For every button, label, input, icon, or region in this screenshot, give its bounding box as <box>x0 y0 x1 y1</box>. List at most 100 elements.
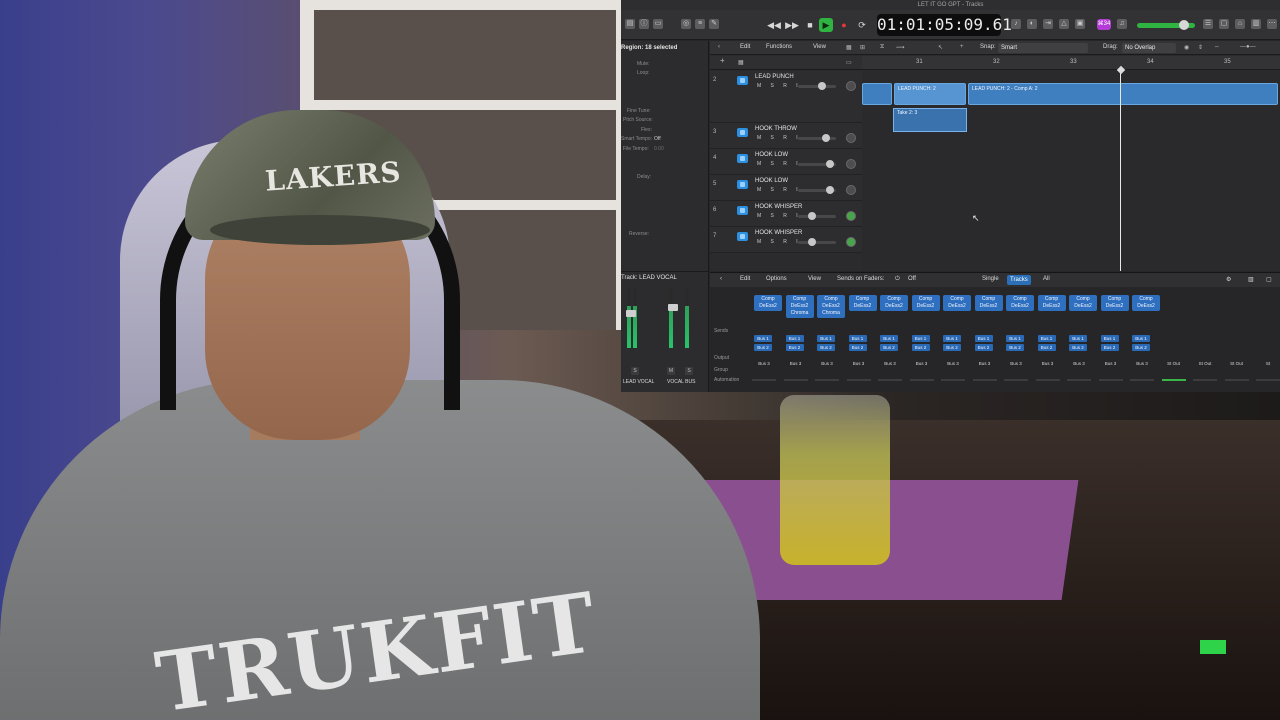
add-track-icon[interactable]: + <box>720 56 725 65</box>
plugin-slot-1[interactable]: Comp <box>1038 296 1066 303</box>
inspector-track-label[interactable]: Track: LEAD VOCAL <box>621 271 709 283</box>
track-folder-icon[interactable]: ▦ <box>738 59 744 66</box>
automation-slot[interactable] <box>1193 379 1217 381</box>
output-slot[interactable]: Bus 3 <box>847 361 871 366</box>
plugin-slot-1[interactable]: Comp <box>1132 296 1160 303</box>
send-slot[interactable]: Bus 2 <box>1132 344 1150 351</box>
plugin-slot[interactable]: Comp DeEss2 <box>911 295 940 311</box>
track-mute-solo-record-input[interactable]: M S R I <box>757 239 802 245</box>
plugin-slot-3[interactable]: Chroma <box>786 310 814 317</box>
track-name[interactable]: HOOK WHISPER <box>755 204 802 210</box>
functions-menu[interactable]: Functions <box>766 44 792 50</box>
plugin-slot-2[interactable]: DeEss2 <box>1038 303 1066 310</box>
automation-slot[interactable] <box>1224 379 1249 381</box>
output-slot[interactable]: Bus 3 <box>815 361 839 366</box>
send-slot[interactable]: Bus 1 <box>1100 335 1119 342</box>
track-volume-knob[interactable] <box>808 238 816 246</box>
send-slot[interactable]: Bus 1 <box>1006 335 1024 342</box>
automation-slot[interactable] <box>846 379 871 381</box>
send-slot[interactable]: Bus 1 <box>785 335 804 342</box>
automation-slot[interactable] <box>941 379 965 381</box>
mixer-back-icon[interactable]: ‹ <box>720 276 722 282</box>
track-mute-solo-record-input[interactable]: M S R I <box>757 213 802 219</box>
track-volume-knob[interactable] <box>826 186 834 194</box>
plugin-slot-1[interactable]: Comp <box>1069 296 1097 303</box>
output-slot[interactable]: Bus 3 <box>1067 361 1091 366</box>
track-mute-solo-record-input[interactable]: M S R I <box>757 135 802 141</box>
send-slot[interactable]: Bus 2 <box>880 344 898 351</box>
track-volume-slider[interactable] <box>798 215 836 218</box>
plugin-slot-1[interactable]: Comp <box>1101 296 1129 303</box>
output-slot[interactable]: St Out <box>1193 361 1217 366</box>
list-editors-icon[interactable]: ☰ <box>1203 19 1213 29</box>
track-name[interactable]: HOOK LOW <box>755 152 788 158</box>
output-slot[interactable]: Bus 3 <box>1004 361 1028 366</box>
send-slot[interactable]: Bus 2 <box>1069 344 1087 351</box>
send-slot[interactable]: Bus 1 <box>974 335 993 342</box>
plugin-slot-1[interactable]: Comp <box>849 296 877 303</box>
plugin-slot-3[interactable]: Chroma <box>817 310 845 317</box>
mixer-settings-icon[interactable]: ⚙ <box>1226 276 1231 283</box>
output-slot[interactable]: St <box>1256 361 1280 366</box>
waveform-zoom-icon[interactable]: ⟿ <box>896 44 905 51</box>
plugin-slot-1[interactable]: Comp <box>943 296 971 303</box>
send-slot[interactable]: Bus 1 <box>817 335 835 342</box>
track-pan-knob[interactable] <box>846 237 856 247</box>
send-slot[interactable]: Bus 1 <box>754 335 772 342</box>
snap-select[interactable]: Smart <box>998 43 1088 53</box>
send-slot[interactable]: Bus 1 <box>943 335 961 342</box>
output-slot[interactable]: Bus 3 <box>878 361 902 366</box>
track-pan-knob[interactable] <box>846 211 856 221</box>
track-pan-knob[interactable] <box>846 159 856 169</box>
output-slot[interactable]: Bus 3 <box>1036 361 1060 366</box>
drag-select[interactable]: No Overlap <box>1122 43 1176 53</box>
edit-menu[interactable]: Edit <box>740 44 750 50</box>
track-row[interactable]: 4 HOOK LOW M S R I <box>710 149 862 175</box>
send-slot[interactable]: Bus 2 <box>943 344 961 351</box>
plugin-slot-1[interactable]: Comp <box>1006 296 1034 303</box>
automation-slot[interactable] <box>815 379 839 381</box>
view-menu[interactable]: View <box>813 44 826 50</box>
inspector-icon[interactable]: ⓘ <box>639 19 649 29</box>
plugin-slot[interactable]: Comp DeEss2 <box>974 295 1003 311</box>
plugin-slot-2[interactable]: DeEss2 <box>880 303 908 310</box>
master-icon[interactable]: ♫ <box>1117 19 1127 29</box>
output-slot[interactable]: Bus 3 <box>784 361 808 366</box>
track-pan-knob[interactable] <box>846 133 856 143</box>
output-slot[interactable]: Bus 3 <box>752 361 776 366</box>
plugin-slot-2[interactable]: DeEss2 <box>1132 303 1160 310</box>
pointer-tool-icon[interactable]: ↖ <box>938 44 943 51</box>
solo-button[interactable]: S <box>685 367 693 375</box>
track-name[interactable]: HOOK LOW <box>755 178 788 184</box>
link-icon[interactable]: ⊞ <box>860 44 865 51</box>
automation-slot[interactable] <box>1161 379 1186 381</box>
plugin-slot[interactable]: Comp DeEss2 <box>848 295 877 311</box>
cycle-button[interactable]: ⟳ <box>855 18 869 32</box>
automation-slot[interactable] <box>878 379 902 381</box>
plugin-slot-2[interactable]: DeEss2 <box>817 303 845 310</box>
plugin-slot[interactable]: Comp DeEss2 <box>943 295 971 311</box>
output-slot[interactable]: Bus 3 <box>1099 361 1123 366</box>
automation-slot[interactable] <box>783 379 808 381</box>
send-slot[interactable]: Bus 1 <box>848 335 867 342</box>
track-pan-knob[interactable] <box>846 81 856 91</box>
plugin-slot-2[interactable]: DeEss2 <box>975 303 1003 310</box>
mixer-options-menu[interactable]: Options <box>766 276 787 282</box>
plugin-slot-2[interactable]: DeEss2 <box>1069 303 1097 310</box>
plugin-slot-1[interactable]: Comp <box>912 296 940 303</box>
mixer-icon[interactable]: ≡ <box>695 19 705 29</box>
take-region[interactable]: Take 2: 3 <box>893 108 967 132</box>
volume-fader[interactable] <box>626 310 636 317</box>
send-slot[interactable]: Bus 2 <box>1006 344 1024 351</box>
plugin-slot[interactable]: Comp DeEss2 <box>1132 295 1160 311</box>
track-name[interactable]: HOOK THROW <box>755 126 797 132</box>
playhead[interactable] <box>1120 71 1121 271</box>
track-mute-solo-record-input[interactable]: M S R I <box>757 161 802 167</box>
plugin-slot[interactable]: Comp DeEss2 <box>1100 295 1129 311</box>
send-slot[interactable]: Bus 2 <box>817 344 835 351</box>
audio-region-comp[interactable]: LEAD PUNCH: 2 - Comp A: 2 <box>968 83 1278 105</box>
send-slot[interactable]: Bus 1 <box>1132 335 1150 342</box>
send-slot[interactable]: Bus 1 <box>1037 335 1056 342</box>
plugin-slot-2[interactable]: DeEss2 <box>849 303 877 310</box>
sends-on-faders-select[interactable]: Off <box>908 276 916 282</box>
